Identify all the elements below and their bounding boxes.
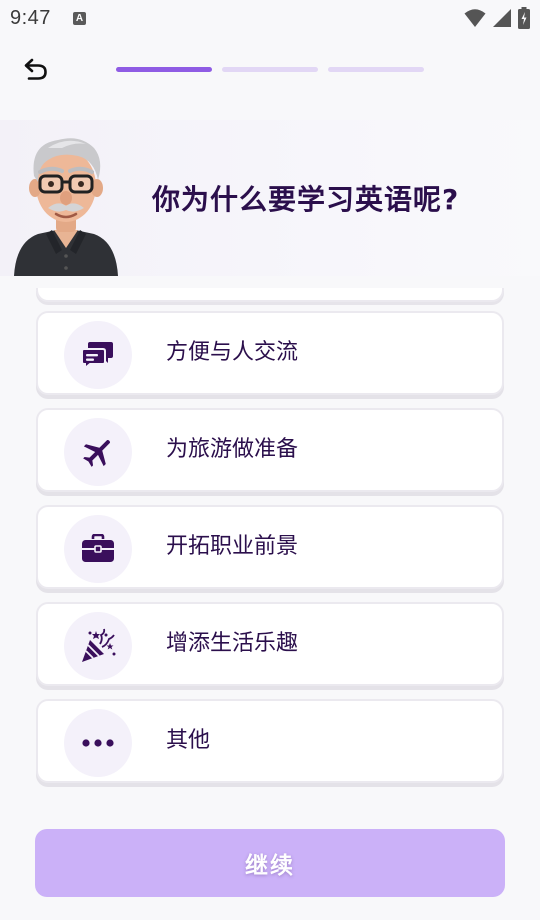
back-button[interactable] — [20, 52, 52, 86]
keyboard-a-icon: A — [72, 11, 86, 25]
option-label: 其他 — [166, 728, 211, 753]
option-other[interactable]: 其他 — [36, 699, 504, 783]
option-fun[interactable]: 增添生活乐趣 — [36, 602, 504, 686]
status-bar: 9:47 A — [0, 0, 540, 36]
status-icons — [464, 7, 530, 29]
status-time: 9:47 — [10, 6, 51, 29]
option-label: 开拓职业前景 — [166, 534, 299, 559]
party-popper-icon — [82, 628, 116, 662]
progress-step-1 — [116, 67, 212, 72]
mascot-grandpa-image — [14, 138, 118, 276]
briefcase-icon — [82, 534, 114, 562]
option-label: 为旅游做准备 — [166, 437, 299, 462]
partial-option-card[interactable] — [36, 288, 504, 302]
option-icon-circle — [64, 321, 132, 389]
option-label: 方便与人交流 — [166, 340, 299, 365]
battery-icon — [518, 7, 530, 29]
undo-arrow-icon — [24, 58, 47, 80]
option-icon-circle — [64, 418, 132, 486]
progress-step-3 — [328, 67, 424, 72]
option-communicate[interactable]: 方便与人交流 — [36, 311, 504, 395]
option-travel[interactable]: 为旅游做准备 — [36, 408, 504, 492]
question-title: 你为什么要学习英语呢? — [152, 183, 460, 216]
progress-step-2 — [222, 67, 318, 72]
option-career[interactable]: 开拓职业前景 — [36, 505, 504, 589]
more-dots-icon — [82, 739, 114, 747]
wifi-icon — [464, 9, 486, 27]
option-icon-circle — [64, 709, 132, 777]
option-label: 增添生活乐趣 — [166, 631, 299, 656]
option-icon-circle — [64, 515, 132, 583]
chat-bubbles-icon — [81, 342, 113, 370]
option-icon-circle — [64, 612, 132, 680]
cell-signal-icon — [493, 9, 511, 27]
airplane-icon — [83, 439, 111, 467]
continue-button[interactable]: 继续 — [35, 829, 505, 897]
